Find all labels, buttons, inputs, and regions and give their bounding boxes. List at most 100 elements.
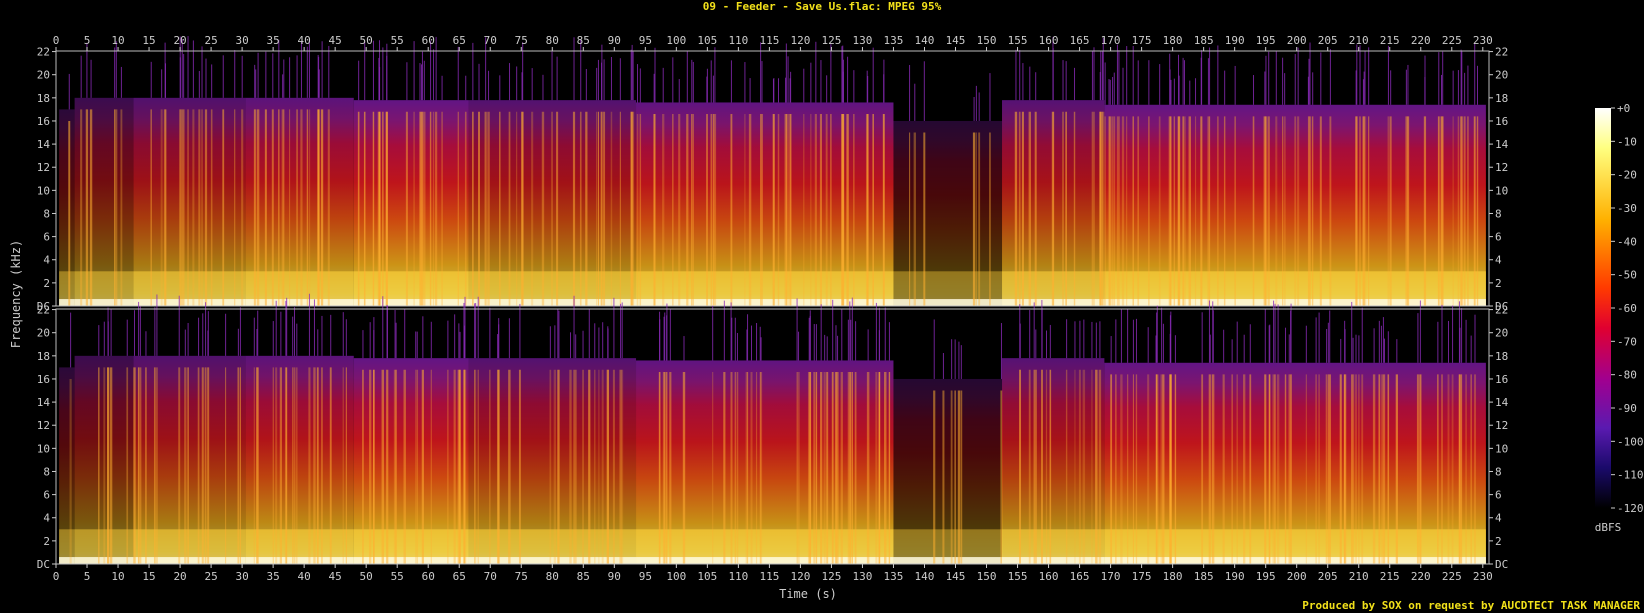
y-tick-label: 12	[37, 161, 50, 174]
channel-top	[55, 36, 1490, 307]
x-tick-label: 120	[790, 570, 810, 583]
colorbar-tick-label: -20	[1617, 169, 1637, 182]
x-tick-label: 205	[1318, 34, 1338, 47]
y-tick-label: 16	[1495, 373, 1508, 386]
x-tick-label: 115	[759, 570, 779, 583]
x-tick-label: 220	[1411, 570, 1431, 583]
x-tick-label: 55	[391, 34, 404, 47]
x-tick-label: 75	[515, 570, 528, 583]
x-tick-label: 25	[204, 570, 217, 583]
x-tick-label: 80	[546, 570, 559, 583]
x-tick-label: 70	[484, 34, 497, 47]
x-tick-label: 225	[1442, 570, 1462, 583]
colorbar-tick-label: +0	[1617, 102, 1630, 115]
x-tick-label: 20	[173, 570, 186, 583]
x-tick-label: 10	[111, 34, 124, 47]
x-tick-label: 205	[1318, 570, 1338, 583]
y-tick-label: 6	[1495, 231, 1502, 244]
x-tick-label: 15	[142, 570, 155, 583]
colorbar-tick-label: -40	[1617, 235, 1637, 248]
x-tick-label: 230	[1473, 34, 1493, 47]
x-tick-label: 0	[53, 570, 60, 583]
y-tick-label: 8	[1495, 207, 1502, 220]
channel-bottom	[55, 293, 1490, 565]
dc-band	[1002, 557, 1105, 564]
x-tick-label: 50	[360, 34, 373, 47]
x-tick-label: 180	[1163, 570, 1183, 583]
dc-band	[74, 299, 134, 306]
x-tick-label: 125	[821, 34, 841, 47]
x-tick-label: 170	[1101, 34, 1121, 47]
x-axis-label: Time (s)	[779, 587, 837, 601]
colorbar-tick-label: -120	[1617, 502, 1644, 515]
x-tick-label: 30	[235, 34, 248, 47]
y-tick-label: 8	[43, 465, 50, 478]
y-tick-label: DC	[1495, 558, 1508, 571]
colorbar-tick-label: -80	[1617, 369, 1637, 382]
x-tick-label: 75	[515, 34, 528, 47]
colorbar: +0 -10 -20 -30 -40 -50 -60 -70 -80 -90 -100 -110 -12…	[1595, 102, 1644, 534]
x-tick-label: 140	[915, 570, 935, 583]
x-tick-label: 105	[697, 570, 717, 583]
y-tick-label: 6	[43, 489, 50, 502]
x-tick-label: 175	[1132, 34, 1152, 47]
dc-band	[133, 299, 246, 306]
x-tick-label: 135	[884, 570, 904, 583]
x-tick-label: 195	[1256, 570, 1276, 583]
x-tick-label: 90	[608, 570, 621, 583]
x-tick-label: 45	[329, 570, 342, 583]
y-tick-label: 18	[37, 350, 50, 363]
x-tick-label: 160	[1039, 34, 1059, 47]
x-tick-label: 5	[84, 570, 91, 583]
x-tick-label: 120	[790, 34, 810, 47]
colorbar-tick-label: -10	[1617, 135, 1637, 148]
x-tick-label: 190	[1225, 570, 1245, 583]
dc-band	[59, 557, 75, 564]
y-tick-label: 14	[1495, 138, 1509, 151]
colorbar-gradient	[1595, 108, 1611, 508]
y-tick-label: 2	[1495, 277, 1502, 290]
y-tick-label: 18	[1495, 92, 1508, 105]
x-tick-label: 110	[728, 570, 748, 583]
chart-title: 09 - Feeder - Save Us.flac: MPEG 95%	[703, 0, 942, 13]
dc-band	[133, 557, 246, 564]
y-tick-label: 22	[37, 304, 50, 317]
x-tick-label: 220	[1411, 34, 1431, 47]
x-tick-label: 25	[204, 34, 217, 47]
y-tick-label: 22	[37, 46, 50, 59]
y-tick-label: 2	[1495, 535, 1502, 548]
y-tick-label: 16	[37, 373, 50, 386]
x-tick-label: 145	[946, 34, 966, 47]
x-tick-label: 215	[1380, 34, 1400, 47]
x-tick-label: 50	[360, 570, 373, 583]
y-tick-label: DC	[37, 558, 50, 571]
y-tick-label: 6	[43, 231, 50, 244]
x-tick-label: 185	[1194, 570, 1214, 583]
x-tick-label: 160	[1039, 570, 1059, 583]
x-tick-label: 200	[1287, 570, 1307, 583]
x-tick-label: 80	[546, 34, 559, 47]
dc-band	[353, 299, 469, 306]
y-tick-label: 20	[1495, 327, 1508, 340]
x-tick-label: 5	[84, 34, 91, 47]
x-tick-label: 100	[666, 34, 686, 47]
y-tick-label: 20	[1495, 69, 1508, 82]
x-tick-label: 35	[266, 570, 279, 583]
x-tick-label: 30	[235, 570, 248, 583]
x-tick-label: 185	[1194, 34, 1214, 47]
x-tick-label: 55	[391, 570, 404, 583]
dc-band	[893, 557, 1003, 564]
x-tick-label: 0	[53, 34, 60, 47]
y-tick-label: 10	[1495, 442, 1508, 455]
colorbar-tick-label: -50	[1617, 269, 1637, 282]
x-tick-label: 230	[1473, 570, 1493, 583]
colorbar-tick-label: -90	[1617, 402, 1637, 415]
dc-band	[245, 557, 354, 564]
x-tick-label: 225	[1442, 34, 1462, 47]
y-tick-label: 14	[1495, 396, 1509, 409]
x-tick-label: 210	[1349, 570, 1369, 583]
x-tick-label: 85	[577, 34, 590, 47]
x-tick-label: 155	[1008, 570, 1028, 583]
y-tick-label: 4	[1495, 512, 1502, 525]
x-tick-label: 130	[853, 34, 873, 47]
